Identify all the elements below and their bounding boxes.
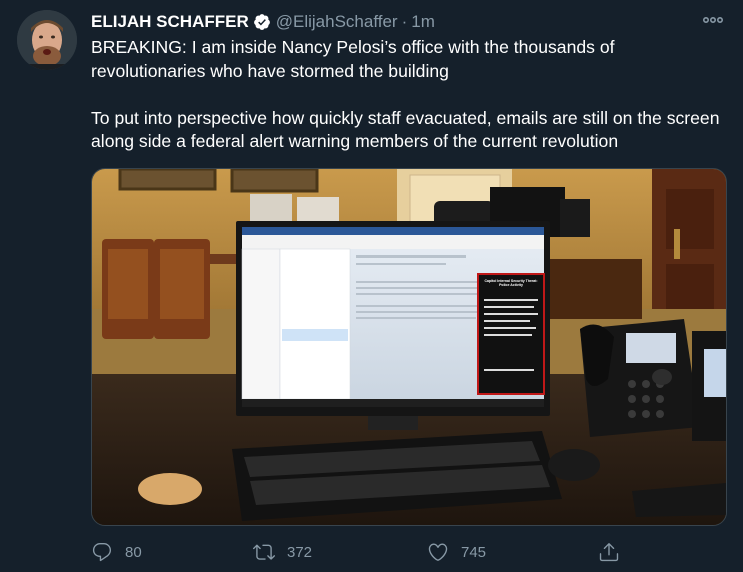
retweet-button[interactable]: 372 xyxy=(253,538,312,566)
tweet-paragraph: BREAKING: I am inside Nancy Pelosi’s off… xyxy=(91,37,615,81)
like-count: 745 xyxy=(461,543,487,561)
screen-alert-title: Capitol Internal Security Threat: Police… xyxy=(484,279,538,288)
share-icon xyxy=(599,543,619,562)
reply-count: 80 xyxy=(125,543,142,561)
like-button[interactable]: 745 xyxy=(427,538,486,566)
more-options-icon[interactable] xyxy=(701,12,725,28)
office-photo xyxy=(92,169,726,525)
verified-badge-icon xyxy=(253,14,270,30)
header-separator: · xyxy=(401,12,408,31)
tweet-actions: 80 372 745 xyxy=(91,538,731,566)
retweet-icon xyxy=(253,544,275,560)
avatar-image xyxy=(17,10,77,70)
author-name[interactable]: ELIJAH SCHAFFER xyxy=(91,12,249,32)
reply-button[interactable]: 80 xyxy=(91,538,142,566)
tweet-text: BREAKING: I am inside Nancy Pelosi’s off… xyxy=(91,36,731,154)
tweet-header: ELIJAH SCHAFFER @ElijahSchaffer · 1m xyxy=(91,11,435,33)
author-avatar[interactable] xyxy=(17,10,77,70)
tweet-timestamp[interactable]: 1m xyxy=(411,12,435,32)
like-icon xyxy=(428,543,448,561)
tweet-media-photo[interactable]: Capitol Internal Security Threat: Police… xyxy=(91,168,727,526)
retweet-count: 372 xyxy=(287,543,313,561)
reply-icon xyxy=(92,543,112,562)
share-button[interactable] xyxy=(598,538,620,566)
author-handle[interactable]: @ElijahSchaffer xyxy=(276,12,398,32)
tweet-paragraph: To put into perspective how quickly staf… xyxy=(91,107,720,152)
